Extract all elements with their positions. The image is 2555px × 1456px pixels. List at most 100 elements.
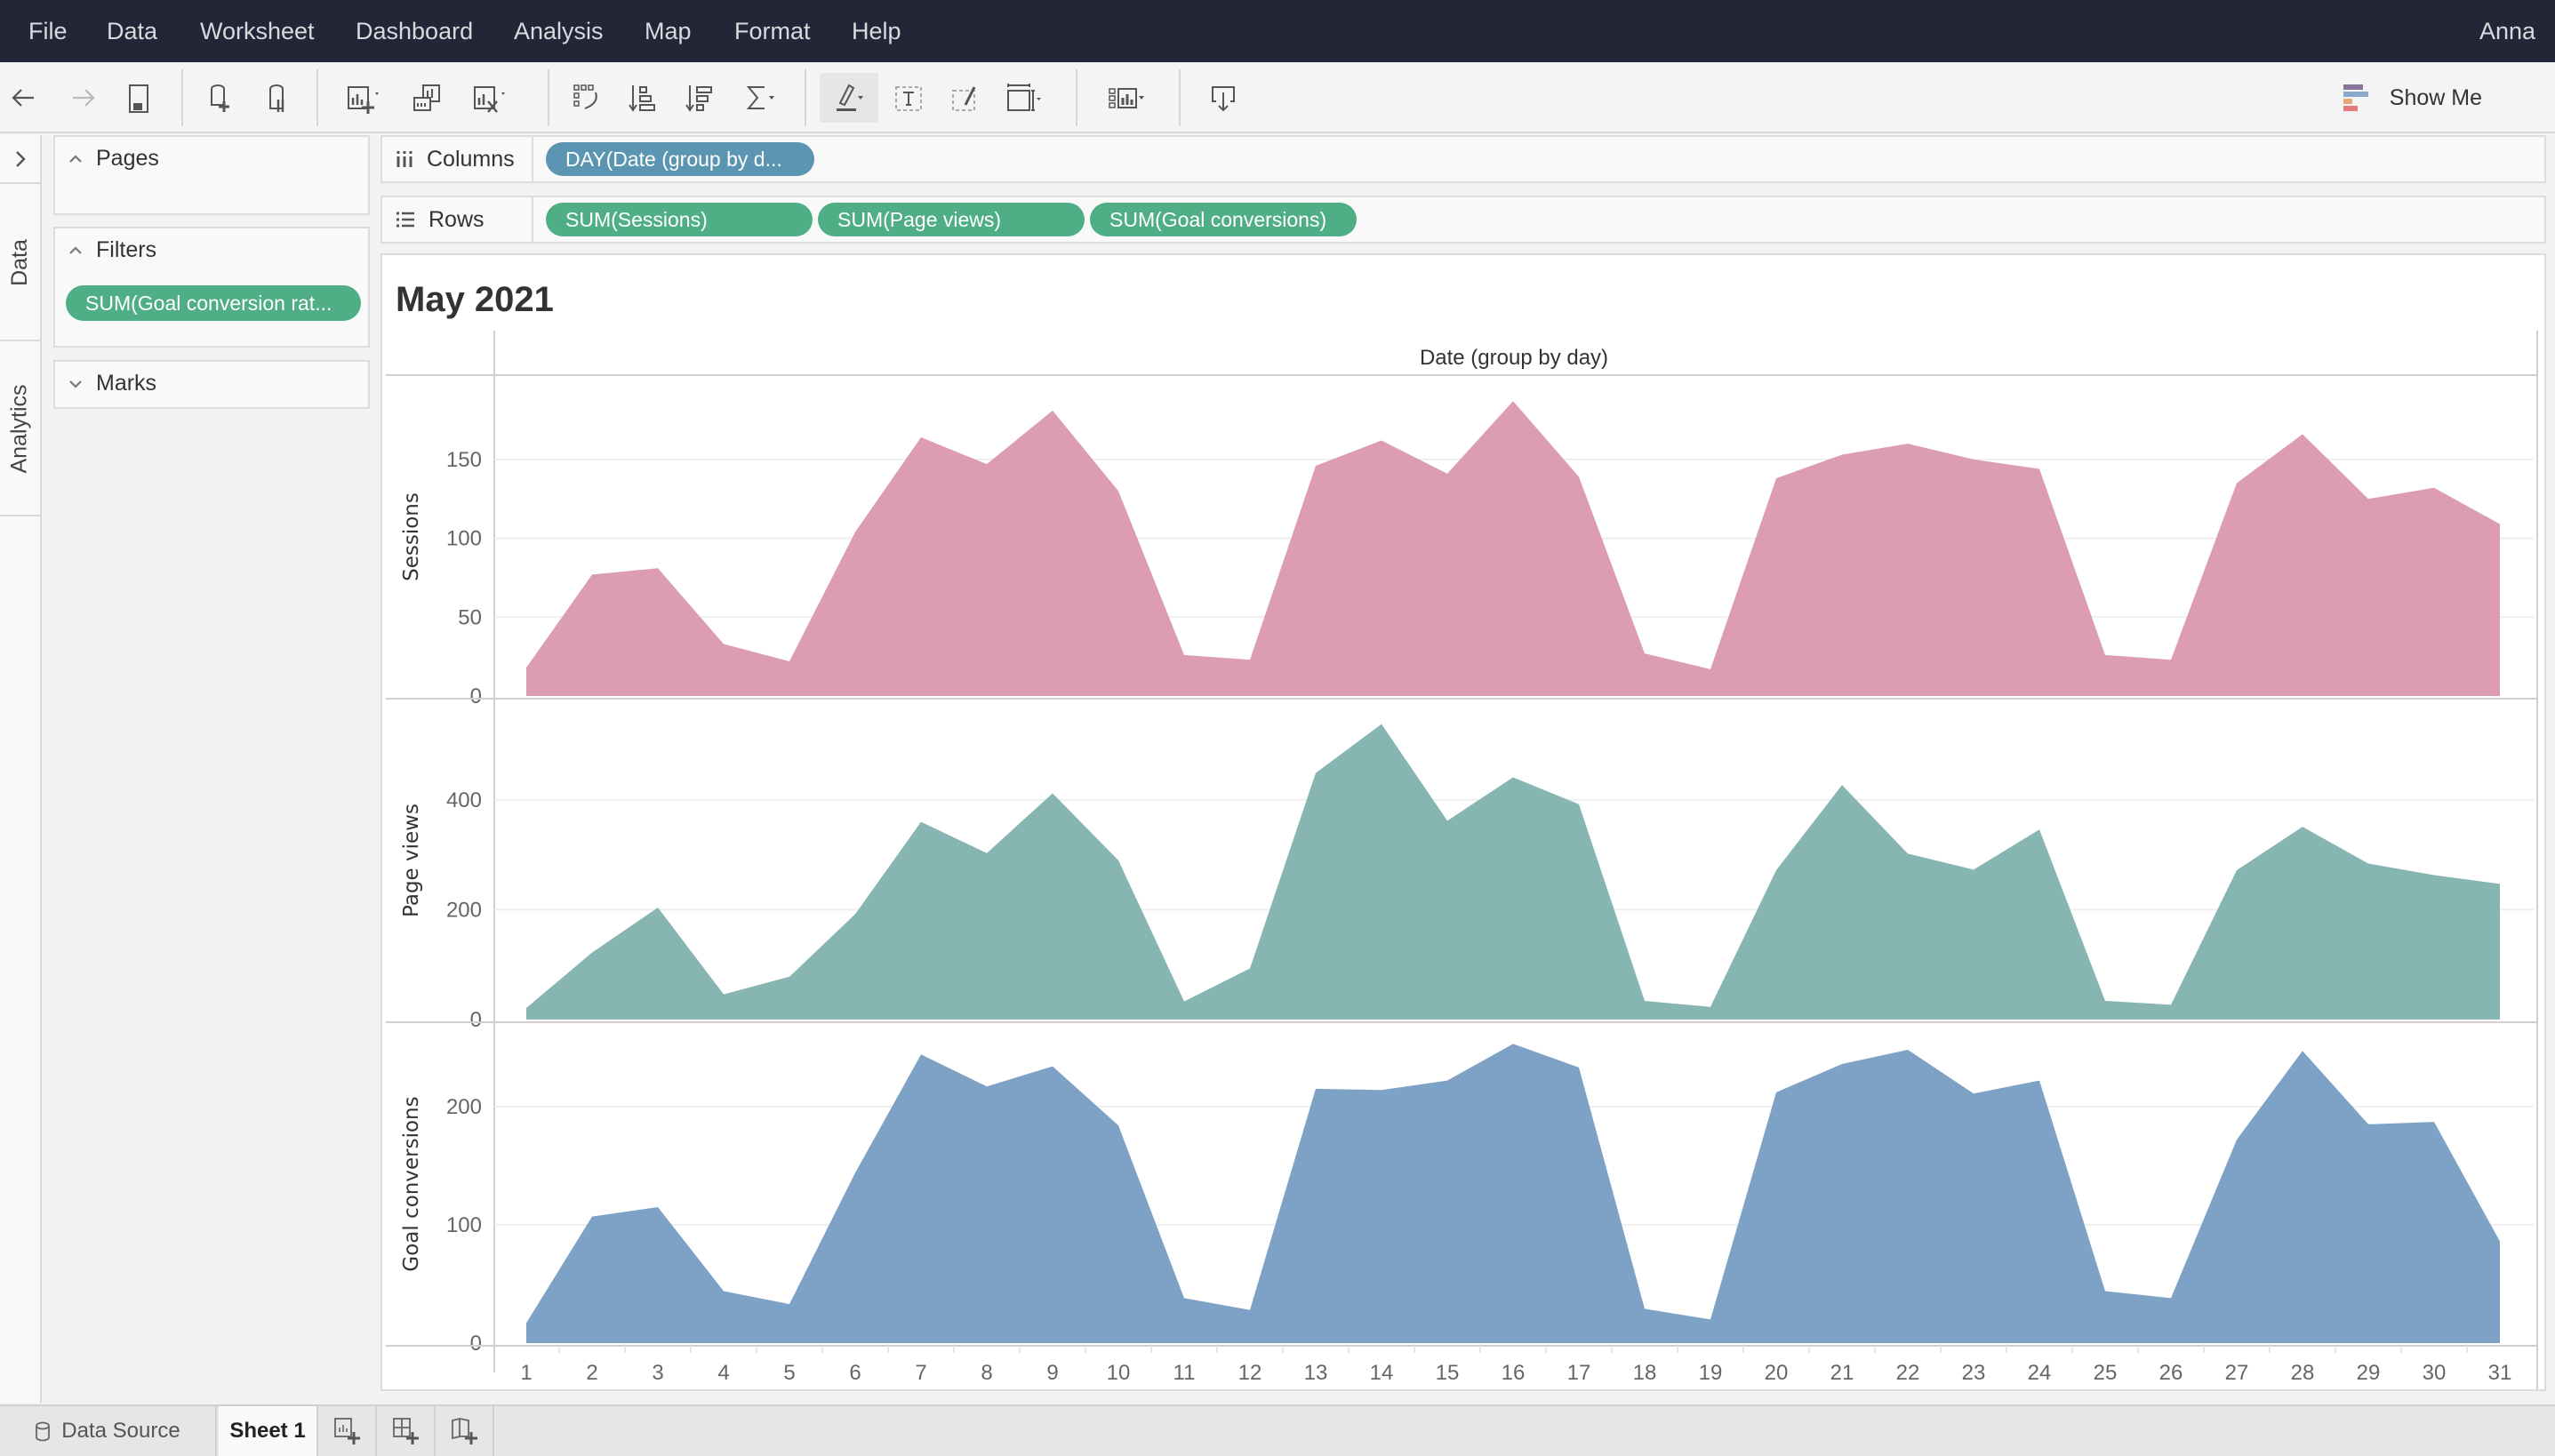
tab-analytics[interactable]: Analytics	[0, 343, 40, 516]
x-tick-label: 1	[520, 1361, 532, 1385]
sheet-1-label: Sheet 1	[229, 1419, 306, 1443]
fit-button[interactable]	[997, 73, 1047, 123]
menu-dashboard[interactable]: Dashboard	[356, 18, 473, 45]
goal-conversions-area	[526, 1044, 2500, 1343]
x-tick-label: 10	[1107, 1361, 1131, 1385]
new-worksheet-button[interactable]	[338, 73, 388, 123]
arrow-right-icon	[73, 89, 95, 107]
marks-label: Marks	[96, 371, 157, 396]
x-tick-label: 14	[1370, 1361, 1394, 1385]
share-button[interactable]	[1198, 73, 1248, 123]
x-axis-title: Date (group by day)	[1420, 346, 1608, 370]
columns-label: Columns	[427, 146, 515, 172]
new-dashboard-tab[interactable]	[379, 1406, 436, 1456]
sessions-tick-label: 100	[446, 527, 482, 551]
x-tick-label: 26	[2159, 1361, 2183, 1385]
tab-analytics-label: Analytics	[7, 384, 33, 474]
x-tick-label: 31	[2488, 1361, 2512, 1385]
rows-icon	[396, 212, 414, 228]
new-worksheet-icon	[334, 1418, 360, 1444]
show-me-bar-3	[2343, 99, 2352, 104]
sheet-1-tab[interactable]: Sheet 1	[219, 1406, 318, 1456]
new-data-source-button[interactable]	[196, 73, 245, 123]
tab-data[interactable]: Data	[0, 186, 40, 341]
swap-rows-columns-button[interactable]	[562, 73, 612, 123]
x-tick-label: 7	[915, 1361, 926, 1385]
x-tick-label: 12	[1238, 1361, 1262, 1385]
x-tick-label: 29	[2357, 1361, 2381, 1385]
x-tick-label: 25	[2094, 1361, 2118, 1385]
toolbar: Show Me	[0, 62, 2555, 133]
rows-shelf-label: Rows	[382, 197, 533, 242]
sort-ascending-button[interactable]	[619, 73, 669, 123]
menu-analysis[interactable]: Analysis	[514, 18, 604, 45]
pages-label: Pages	[96, 146, 159, 171]
presentation-mode-button[interactable]	[1101, 73, 1150, 123]
show-me-bar-2	[2343, 92, 2368, 97]
x-tick-label: 9	[1046, 1361, 1058, 1385]
redo-button[interactable]	[57, 73, 107, 123]
data-source-label: Data Source	[61, 1419, 180, 1443]
show-me-button[interactable]: Show Me	[2343, 80, 2482, 116]
page-views-area	[526, 724, 2500, 1020]
sort-ascending-icon	[629, 85, 655, 112]
marks-card: Marks	[53, 360, 370, 409]
menu-help[interactable]: Help	[852, 18, 901, 45]
totals-button[interactable]	[734, 73, 784, 123]
data-source-tab[interactable]: Data Source	[0, 1406, 217, 1456]
columns-icon	[396, 151, 412, 167]
database-pause-icon	[269, 84, 284, 112]
page-views-axis-title: Page views	[400, 804, 423, 917]
chevron-up-icon	[69, 154, 82, 163]
highlight-button[interactable]	[820, 73, 878, 123]
pause-data-button[interactable]	[252, 73, 302, 123]
columns-shelf: Columns DAY(Date (group by d...	[380, 135, 2546, 183]
columns-pill-day-date[interactable]: DAY(Date (group by d...	[546, 142, 814, 176]
goal-conversions-tick-label: 0	[470, 1332, 482, 1356]
save-button[interactable]	[114, 73, 164, 123]
filters-header[interactable]: Filters	[68, 237, 156, 263]
side-strip: Data Analytics	[0, 135, 42, 1403]
show-me-bar-4	[2343, 106, 2358, 111]
rows-pill-sessions[interactable]: SUM(Sessions)	[546, 203, 813, 236]
filter-pill-goal-conversion-rate[interactable]: SUM(Goal conversion rat...	[66, 285, 361, 321]
rows-pill-page-views[interactable]: SUM(Page views)	[818, 203, 1085, 236]
marks-header[interactable]: Marks	[68, 371, 156, 396]
rows-pill-goal-conversions[interactable]: SUM(Goal conversions)	[1090, 203, 1357, 236]
pages-card: Pages	[53, 135, 370, 215]
goal-conversions-axis-title: Goal conversions	[400, 1096, 423, 1271]
menu-map[interactable]: Map	[645, 18, 692, 45]
chevron-down-icon	[69, 380, 82, 388]
x-tick-label: 17	[1567, 1361, 1591, 1385]
sort-descending-button[interactable]	[676, 73, 725, 123]
arrow-left-icon	[12, 89, 34, 107]
clear-sheet-button[interactable]	[464, 73, 514, 123]
user-name[interactable]: Anna	[2479, 18, 2535, 45]
area-chart[interactable]: Date (group by day)050100150Sessions0200…	[382, 255, 2544, 1389]
sessions-axis-title: Sessions	[400, 492, 423, 581]
menu-file[interactable]: File	[28, 18, 68, 45]
sessions-area	[526, 401, 2500, 696]
x-tick-label: 24	[2028, 1361, 2052, 1385]
tab-data-label: Data	[7, 239, 32, 286]
show-labels-button[interactable]	[884, 73, 933, 123]
format-workbook-button[interactable]	[941, 73, 990, 123]
x-tick-label: 3	[652, 1361, 663, 1385]
pages-header[interactable]: Pages	[68, 146, 159, 172]
sigma-icon	[746, 86, 774, 109]
menu-data[interactable]: Data	[107, 18, 157, 45]
menu-worksheet[interactable]: Worksheet	[200, 18, 315, 45]
menu-format[interactable]: Format	[734, 18, 811, 45]
duplicate-sheet-button[interactable]	[402, 73, 452, 123]
undo-button[interactable]	[0, 73, 50, 123]
expand-panel-button[interactable]	[0, 135, 40, 184]
x-tick-label: 18	[1633, 1361, 1657, 1385]
fit-width-icon	[1007, 84, 1041, 111]
menu-bar: File Data Worksheet Dashboard Analysis M…	[0, 0, 2555, 62]
new-story-icon	[452, 1417, 477, 1444]
new-story-tab[interactable]	[437, 1406, 494, 1456]
sessions-tick-label: 150	[446, 448, 482, 472]
new-worksheet-tab[interactable]	[320, 1406, 377, 1456]
page-views-tick-label: 200	[446, 898, 482, 922]
filters-card: Filters SUM(Goal conversion rat...	[53, 227, 370, 348]
